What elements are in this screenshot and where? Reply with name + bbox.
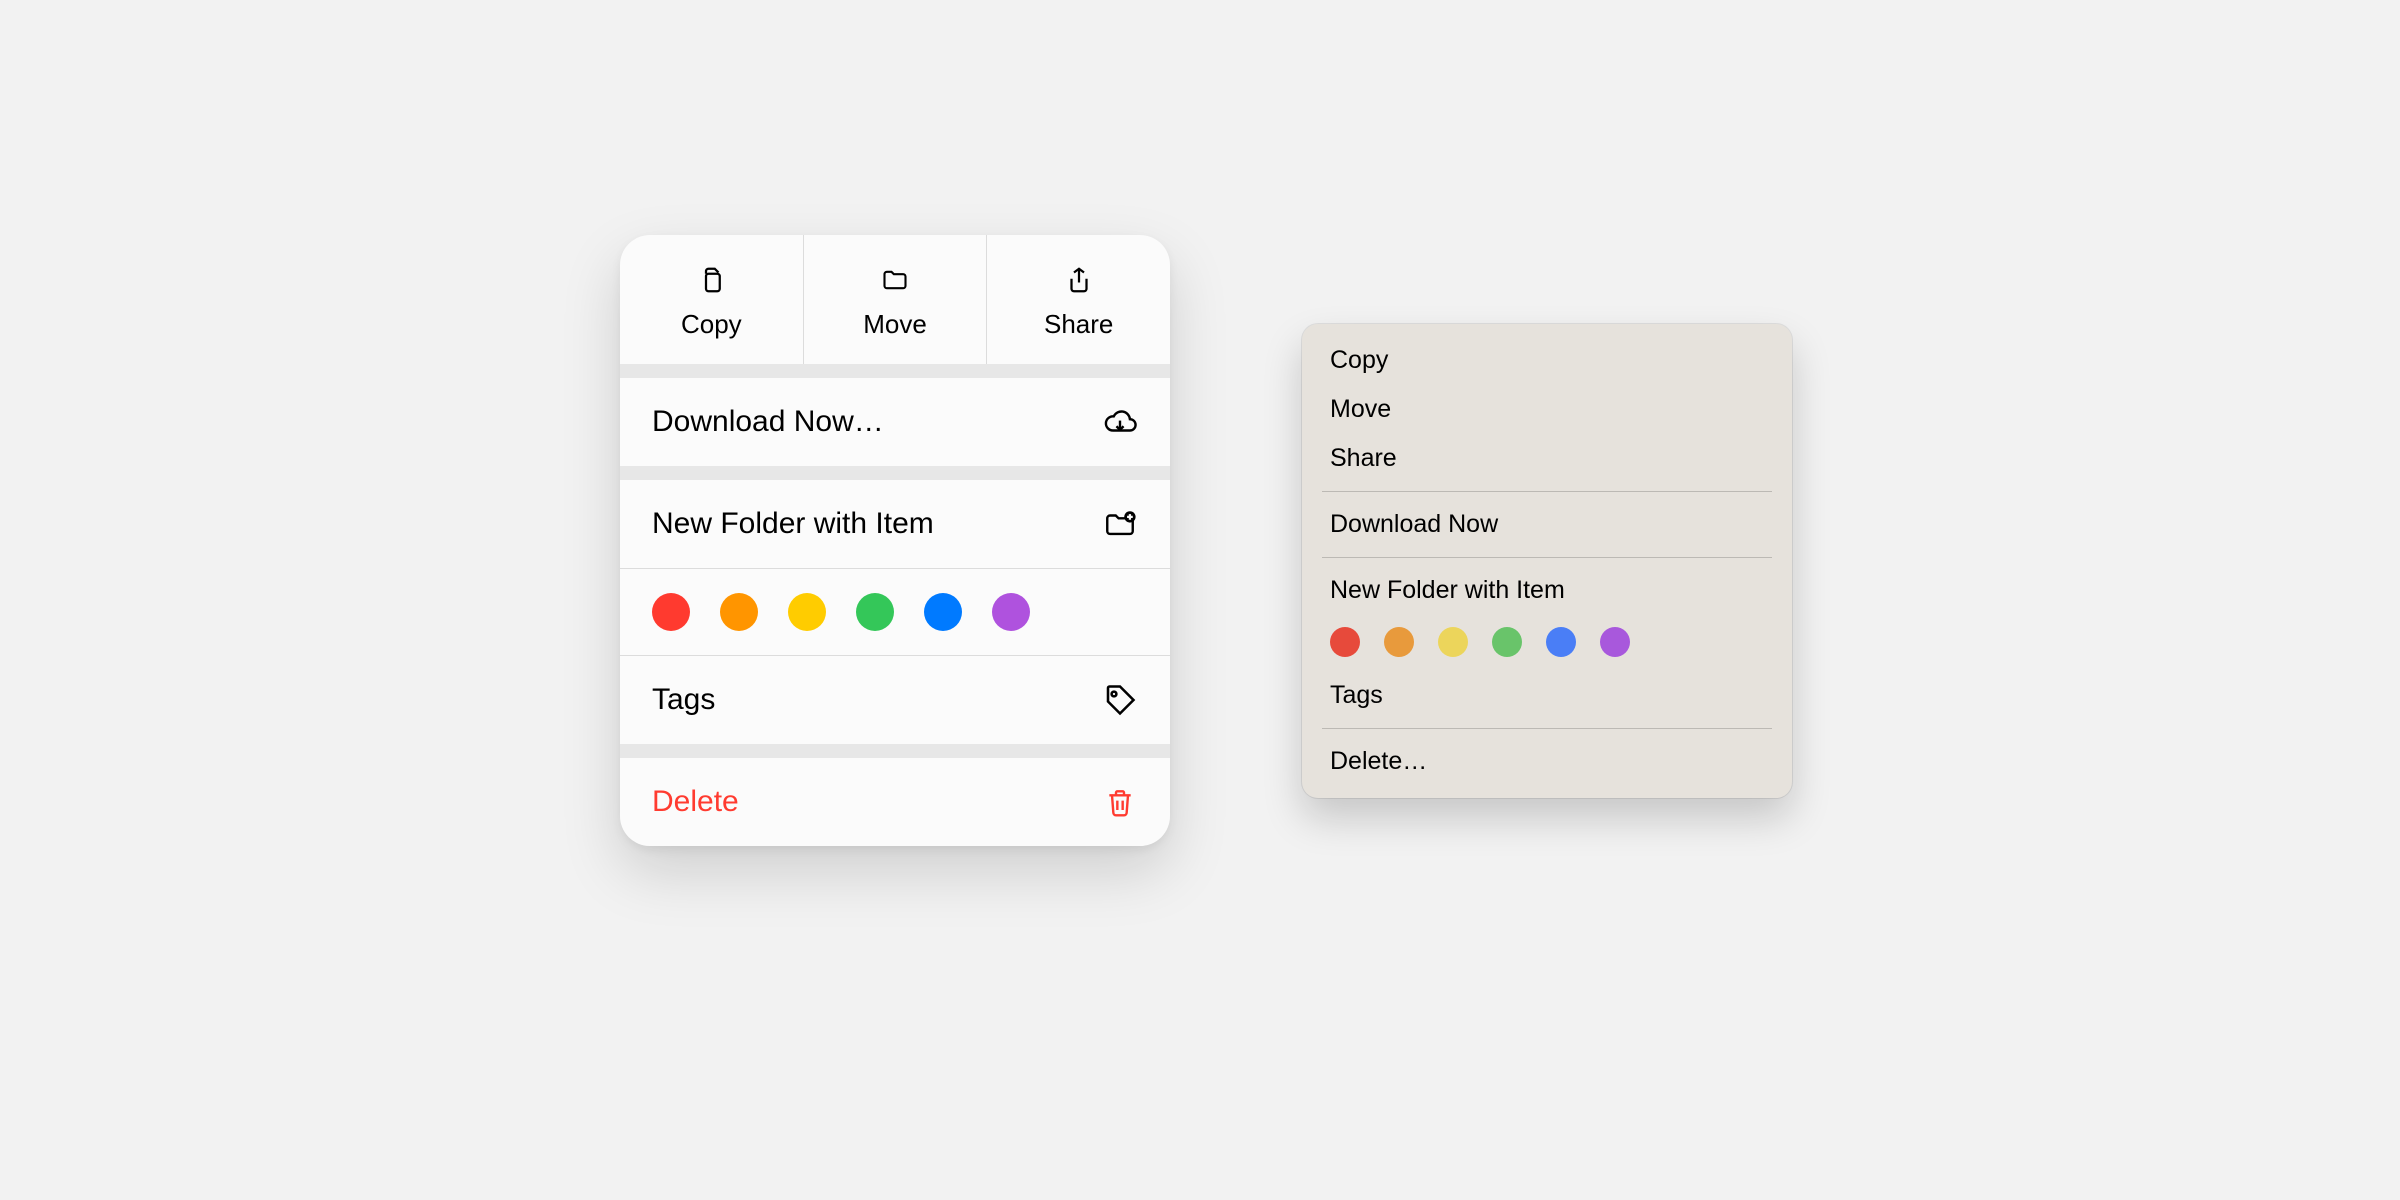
mac-share-label: Share — [1330, 444, 1397, 472]
mac-delete-item[interactable]: Delete… — [1302, 737, 1792, 786]
delete-label: Delete — [652, 785, 739, 819]
divider — [1322, 491, 1772, 492]
mac-move-item[interactable]: Move — [1302, 385, 1792, 434]
mac-tags-label: Tags — [1330, 681, 1383, 709]
mac-tags-item[interactable]: Tags — [1302, 671, 1792, 720]
cloud-download-icon — [1102, 404, 1138, 440]
mac-download-item[interactable]: Download Now — [1302, 500, 1792, 549]
tag-color-green[interactable] — [1492, 627, 1522, 657]
tags-item[interactable]: Tags — [620, 656, 1170, 744]
download-label: Download Now… — [652, 405, 884, 439]
mac-download-label: Download Now — [1330, 510, 1498, 538]
move-button[interactable]: Move — [804, 235, 988, 364]
mac-delete-label: Delete… — [1330, 747, 1427, 775]
folder-plus-icon — [1102, 506, 1138, 542]
tag-color-orange[interactable] — [720, 593, 758, 631]
tag-color-yellow[interactable] — [1438, 627, 1468, 657]
tag-color-purple[interactable] — [1600, 627, 1630, 657]
mac-copy-label: Copy — [1330, 346, 1388, 374]
mac-context-menu: Copy Move Share Download Now New Folder … — [1302, 324, 1792, 798]
divider — [620, 466, 1170, 480]
ios-tag-colors-row — [620, 569, 1170, 655]
tag-color-blue[interactable] — [1546, 627, 1576, 657]
tag-icon — [1102, 682, 1138, 718]
ios-top-row: Copy Move Share — [620, 235, 1170, 364]
tag-color-blue[interactable] — [924, 593, 962, 631]
divider — [1322, 728, 1772, 729]
new-folder-label: New Folder with Item — [652, 507, 934, 541]
move-label: Move — [863, 309, 927, 340]
tag-color-red[interactable] — [652, 593, 690, 631]
share-icon — [1062, 263, 1096, 297]
share-label: Share — [1044, 309, 1113, 340]
tag-color-purple[interactable] — [992, 593, 1030, 631]
share-button[interactable]: Share — [987, 235, 1170, 364]
tag-color-yellow[interactable] — [788, 593, 826, 631]
download-now-item[interactable]: Download Now… — [620, 378, 1170, 466]
copy-button[interactable]: Copy — [620, 235, 804, 364]
folder-icon — [878, 263, 912, 297]
mac-move-label: Move — [1330, 395, 1391, 423]
divider — [620, 364, 1170, 378]
delete-item[interactable]: Delete — [620, 758, 1170, 846]
copy-icon — [694, 263, 728, 297]
new-folder-item[interactable]: New Folder with Item — [620, 480, 1170, 568]
tag-color-red[interactable] — [1330, 627, 1360, 657]
ios-context-menu: Copy Move Share Download Now… — [620, 235, 1170, 846]
mac-tag-colors-row — [1302, 615, 1792, 671]
divider — [620, 744, 1170, 758]
mac-new-folder-item[interactable]: New Folder with Item — [1302, 566, 1792, 615]
divider — [1322, 557, 1772, 558]
mac-new-folder-label: New Folder with Item — [1330, 576, 1565, 604]
tag-color-orange[interactable] — [1384, 627, 1414, 657]
trash-icon — [1102, 784, 1138, 820]
tag-color-green[interactable] — [856, 593, 894, 631]
mac-share-item[interactable]: Share — [1302, 434, 1792, 483]
tags-label: Tags — [652, 683, 715, 717]
mac-copy-item[interactable]: Copy — [1302, 336, 1792, 385]
copy-label: Copy — [681, 309, 742, 340]
